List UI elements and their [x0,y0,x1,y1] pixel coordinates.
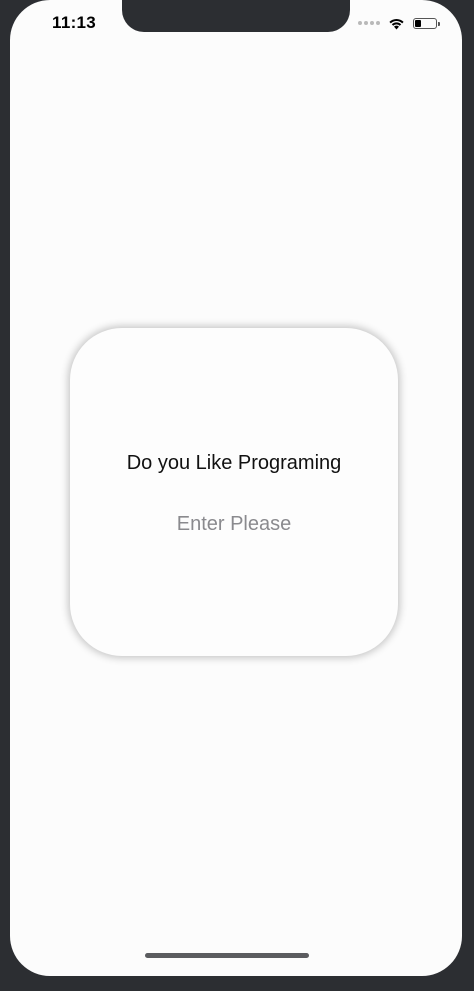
answer-input[interactable] [110,508,358,540]
status-icons [358,14,440,32]
screen: Do you Like Programing [10,0,462,976]
battery-level [415,19,421,27]
signal-dots-icon [358,21,380,25]
status-time: 11:13 [52,13,97,32]
notch [122,0,350,32]
question-text: Do you Like Programing [126,452,342,474]
home-indicator[interactable] [145,953,309,958]
question-card: Do you Like Programing [70,328,398,656]
device-frame: Do you Like Programing 11:13 [0,0,474,991]
battery-icon [413,17,440,29]
wifi-icon [389,18,404,29]
